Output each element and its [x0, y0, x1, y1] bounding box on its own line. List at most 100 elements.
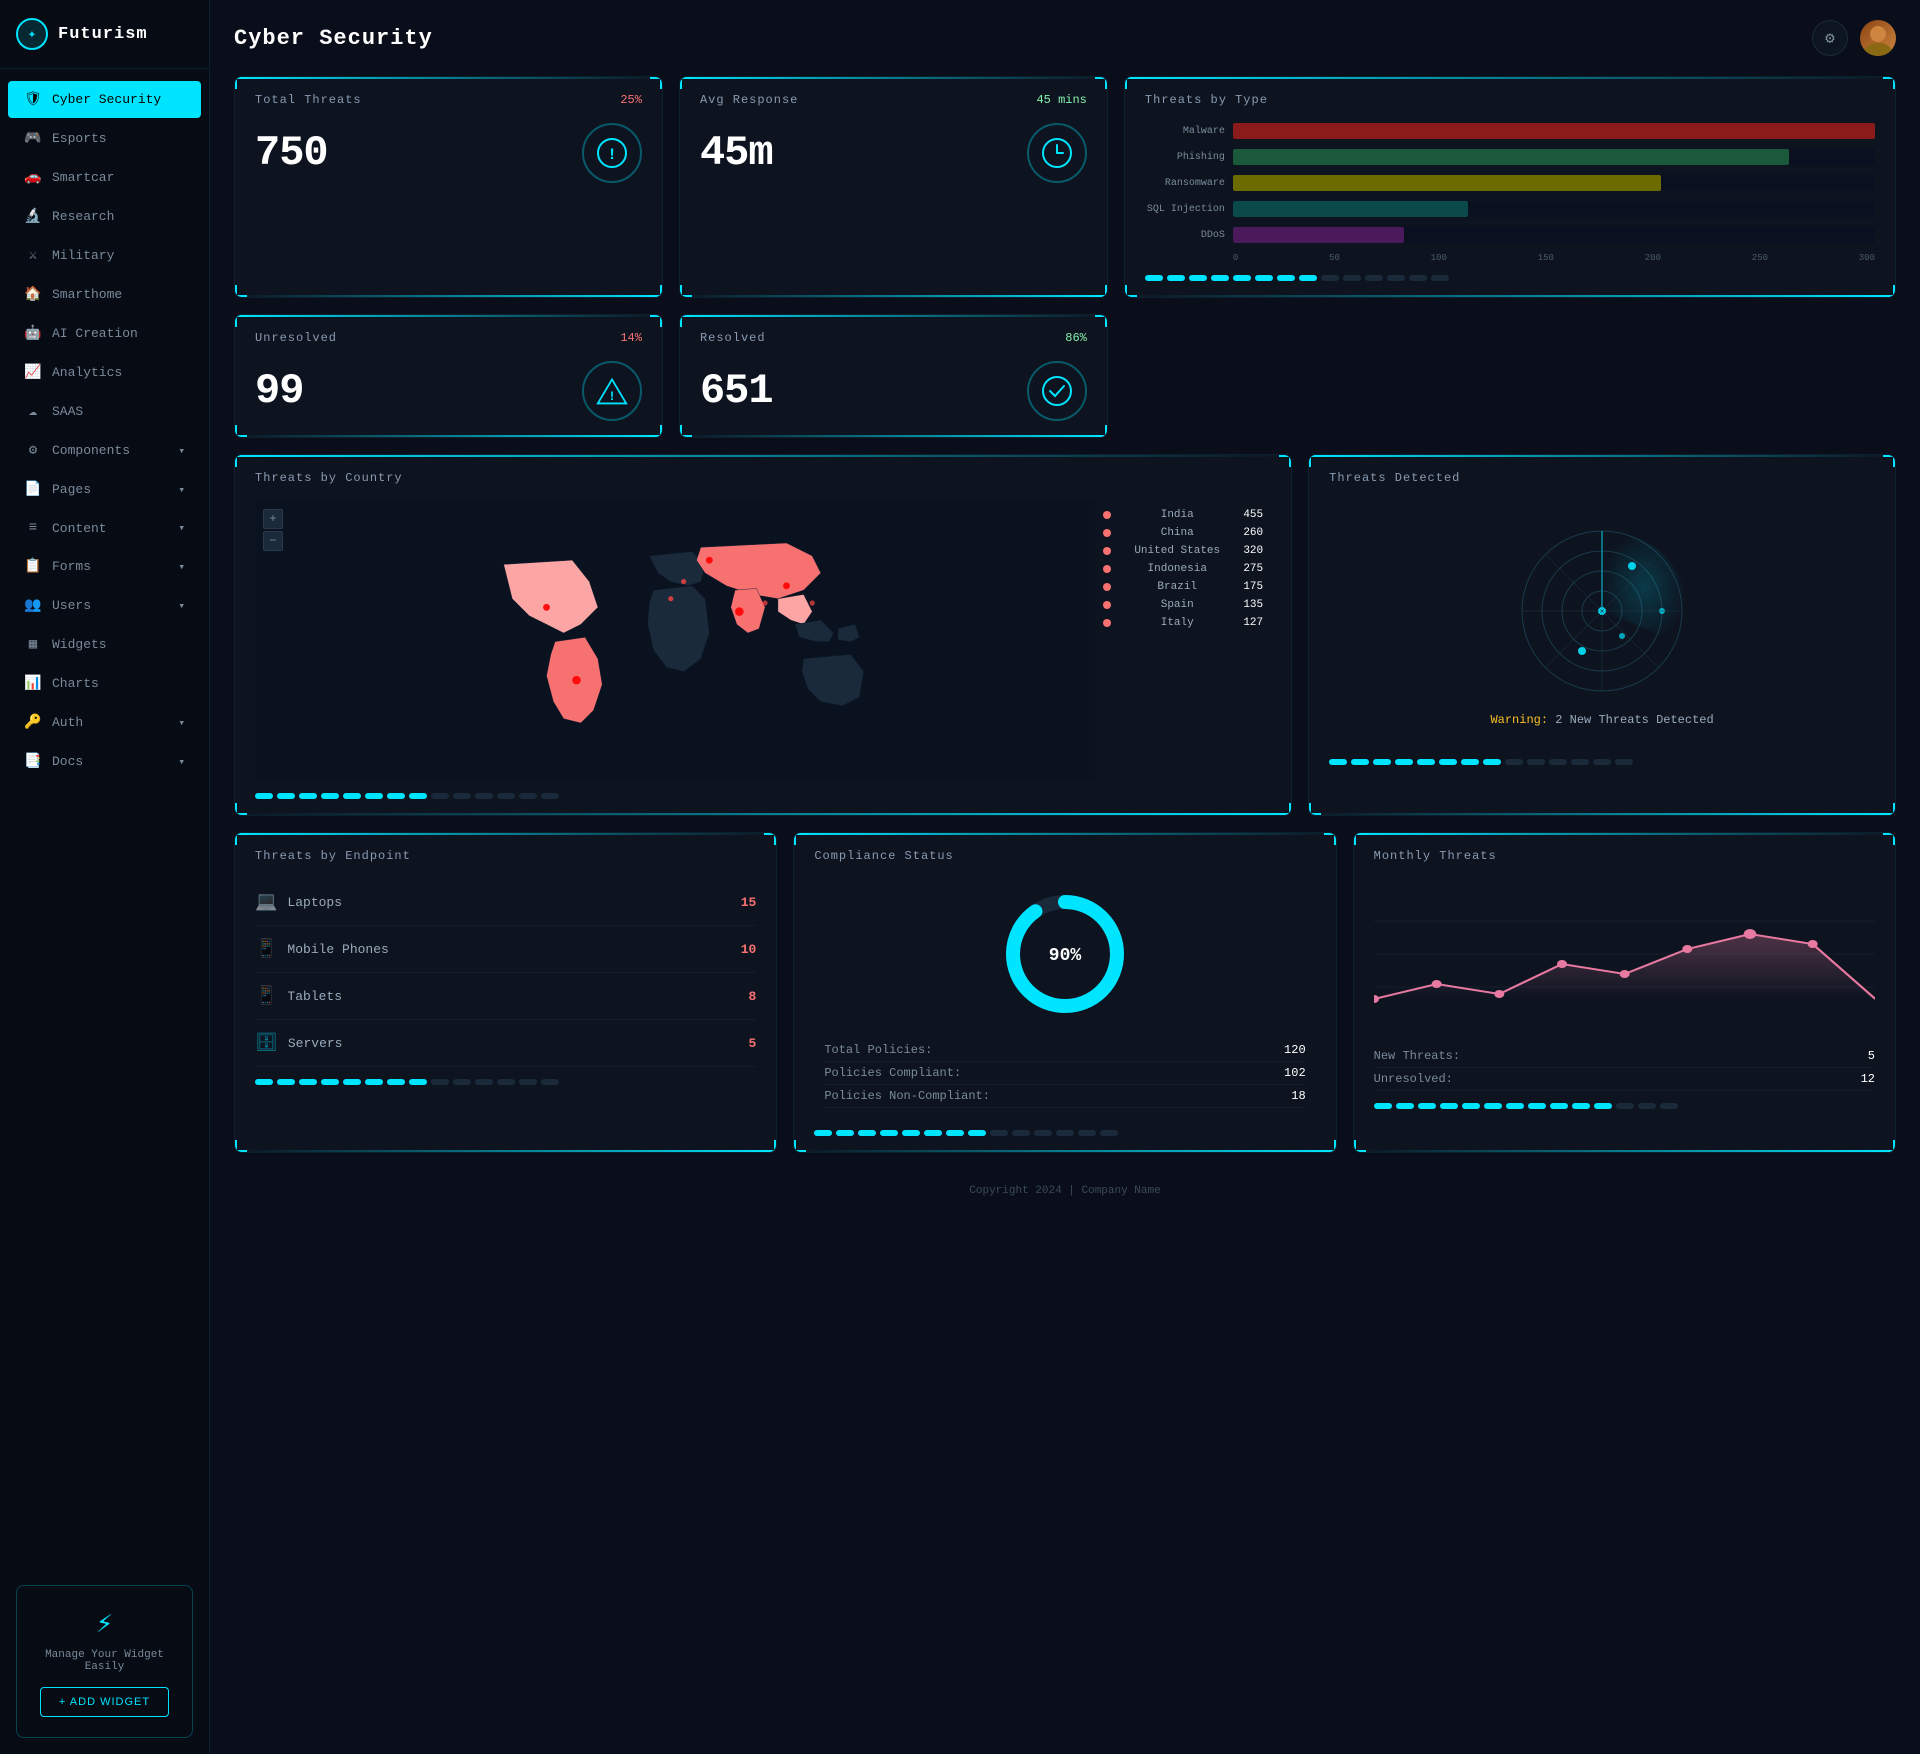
pagination-dot[interactable]	[1638, 1103, 1656, 1109]
pagination-dot[interactable]	[1439, 759, 1457, 765]
pagination-dot[interactable]	[1255, 275, 1273, 281]
pagination-dot[interactable]	[453, 793, 471, 799]
pagination-dot[interactable]	[1189, 275, 1207, 281]
pagination-dot[interactable]	[365, 1079, 383, 1085]
pagination-dot[interactable]	[1374, 1103, 1392, 1109]
pagination-dot[interactable]	[1571, 759, 1589, 765]
pagination-dot[interactable]	[1373, 759, 1391, 765]
pagination-dot[interactable]	[1365, 275, 1383, 281]
pagination-dot[interactable]	[277, 793, 295, 799]
pagination-dot[interactable]	[519, 793, 537, 799]
pagination-dot[interactable]	[343, 1079, 361, 1085]
pagination-dot[interactable]	[1660, 1103, 1678, 1109]
pagination-dot[interactable]	[321, 793, 339, 799]
pagination-dot[interactable]	[1233, 275, 1251, 281]
pagination-dot[interactable]	[1418, 1103, 1436, 1109]
sidebar-item-esports[interactable]: 🎮 Esports	[8, 120, 201, 157]
pagination-dot[interactable]	[1343, 275, 1361, 281]
sidebar-item-smarthome[interactable]: 🏠 Smarthome	[8, 276, 201, 313]
sidebar-item-components[interactable]: ⚙ Components ▾	[8, 432, 201, 469]
pagination-dot[interactable]	[387, 793, 405, 799]
pagination-dot[interactable]	[431, 793, 449, 799]
pagination-dot[interactable]	[1409, 275, 1427, 281]
pagination-dot[interactable]	[1329, 759, 1347, 765]
pagination-dot[interactable]	[1417, 759, 1435, 765]
pagination-dot[interactable]	[924, 1130, 942, 1136]
pagination-dot[interactable]	[409, 1079, 427, 1085]
pagination-dot[interactable]	[431, 1079, 449, 1085]
pagination-dot[interactable]	[365, 793, 383, 799]
pagination-dot[interactable]	[1078, 1130, 1096, 1136]
sidebar-item-cyber-security[interactable]: 🛡 Cyber Security	[8, 81, 201, 118]
pagination-dot[interactable]	[858, 1130, 876, 1136]
sidebar-item-users[interactable]: 👥 Users ▾	[8, 587, 201, 624]
sidebar-item-auth[interactable]: 🔑 Auth ▾	[8, 704, 201, 741]
sidebar-item-saas[interactable]: ☁ SAAS	[8, 393, 201, 430]
pagination-dot[interactable]	[1277, 275, 1295, 281]
zoom-out-button[interactable]: −	[263, 531, 283, 551]
pagination-dot[interactable]	[1593, 759, 1611, 765]
add-widget-button[interactable]: + ADD WIDGET	[40, 1687, 169, 1717]
sidebar-item-charts[interactable]: 📊 Charts	[8, 665, 201, 702]
pagination-dot[interactable]	[1211, 275, 1229, 281]
sidebar-item-analytics[interactable]: 📈 Analytics	[8, 354, 201, 391]
pagination-dot[interactable]	[1616, 1103, 1634, 1109]
pagination-dot[interactable]	[1321, 275, 1339, 281]
sidebar-item-smartcar[interactable]: 🚗 Smartcar	[8, 159, 201, 196]
avatar[interactable]	[1860, 20, 1896, 56]
pagination-dot[interactable]	[519, 1079, 537, 1085]
pagination-dot[interactable]	[1550, 1103, 1568, 1109]
pagination-dot[interactable]	[1034, 1130, 1052, 1136]
pagination-dot[interactable]	[1056, 1130, 1074, 1136]
pagination-dot[interactable]	[255, 1079, 273, 1085]
sidebar-item-research[interactable]: 🔬 Research	[8, 198, 201, 235]
pagination-dot[interactable]	[1462, 1103, 1480, 1109]
sidebar-item-pages[interactable]: 📄 Pages ▾	[8, 471, 201, 508]
pagination-dot[interactable]	[475, 1079, 493, 1085]
pagination-dot[interactable]	[387, 1079, 405, 1085]
pagination-dot[interactable]	[1395, 759, 1413, 765]
pagination-dot[interactable]	[1527, 759, 1545, 765]
pagination-dot[interactable]	[1299, 275, 1317, 281]
pagination-dot[interactable]	[1594, 1103, 1612, 1109]
pagination-dot[interactable]	[990, 1130, 1008, 1136]
pagination-dot[interactable]	[541, 793, 559, 799]
sidebar-item-forms[interactable]: 📋 Forms ▾	[8, 548, 201, 585]
pagination-dot[interactable]	[814, 1130, 832, 1136]
sidebar-item-widgets[interactable]: ▦ Widgets	[8, 626, 201, 663]
pagination-dot[interactable]	[1483, 759, 1501, 765]
sidebar-item-content[interactable]: ≡ Content ▾	[8, 510, 201, 546]
pagination-dot[interactable]	[880, 1130, 898, 1136]
pagination-dot[interactable]	[1528, 1103, 1546, 1109]
pagination-dot[interactable]	[1167, 275, 1185, 281]
pagination-dot[interactable]	[343, 793, 361, 799]
pagination-dot[interactable]	[1572, 1103, 1590, 1109]
pagination-dot[interactable]	[1396, 1103, 1414, 1109]
pagination-dot[interactable]	[299, 1079, 317, 1085]
settings-button[interactable]: ⚙	[1812, 20, 1848, 56]
pagination-dot[interactable]	[541, 1079, 559, 1085]
sidebar-item-military[interactable]: ⚔ Military	[8, 237, 201, 274]
pagination-dot[interactable]	[497, 793, 515, 799]
pagination-dot[interactable]	[475, 793, 493, 799]
pagination-dot[interactable]	[902, 1130, 920, 1136]
pagination-dot[interactable]	[1549, 759, 1567, 765]
sidebar-item-ai-creation[interactable]: 🤖 AI Creation	[8, 315, 201, 352]
pagination-dot[interactable]	[299, 793, 317, 799]
pagination-dot[interactable]	[497, 1079, 515, 1085]
pagination-dot[interactable]	[1440, 1103, 1458, 1109]
pagination-dot[interactable]	[1351, 759, 1369, 765]
sidebar-item-docs[interactable]: 📑 Docs ▾	[8, 743, 201, 780]
zoom-in-button[interactable]: +	[263, 509, 283, 529]
pagination-dot[interactable]	[1615, 759, 1633, 765]
pagination-dot[interactable]	[946, 1130, 964, 1136]
pagination-dot[interactable]	[453, 1079, 471, 1085]
pagination-dot[interactable]	[1387, 275, 1405, 281]
pagination-dot[interactable]	[1012, 1130, 1030, 1136]
pagination-dot[interactable]	[1100, 1130, 1118, 1136]
pagination-dot[interactable]	[277, 1079, 295, 1085]
pagination-dot[interactable]	[255, 793, 273, 799]
pagination-dot[interactable]	[836, 1130, 854, 1136]
pagination-dot[interactable]	[1461, 759, 1479, 765]
pagination-dot[interactable]	[1505, 759, 1523, 765]
